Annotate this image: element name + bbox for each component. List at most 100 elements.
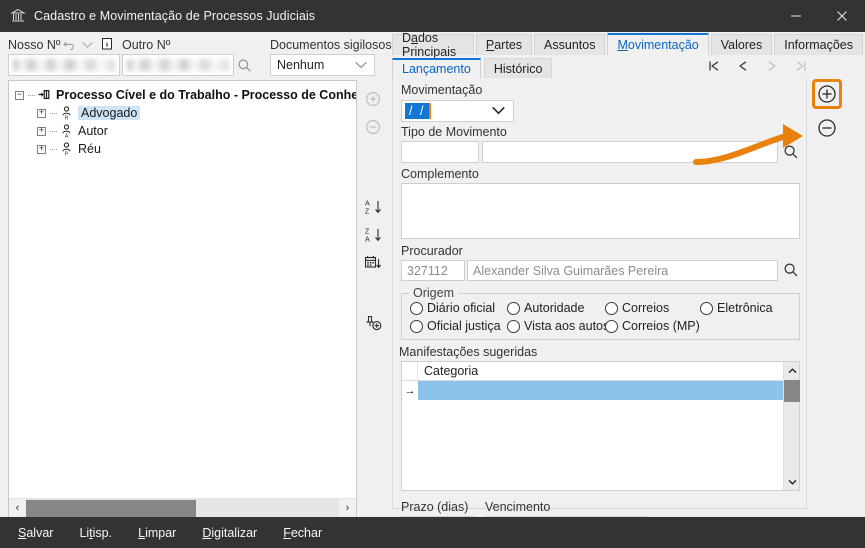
procurador-name-input[interactable]: Alexander Silva Guimarães Pereira [467,260,778,281]
limpar-button[interactable]: Limpar [134,523,180,543]
movimentacao-date-input[interactable]: / / [401,100,514,122]
tab-valores[interactable]: Valores [710,34,773,55]
scroll-right-arrow[interactable]: › [339,499,356,518]
radio-diario-oficial[interactable]: Diário oficial [410,301,495,315]
tree-expander[interactable]: + [37,144,46,154]
radio-circle-icon [507,301,520,315]
radio-vista-aos-autos[interactable]: Vista aos autos [507,319,609,333]
tree-horizontal-scrollbar[interactable]: ‹ › [9,498,356,518]
tree-node-processo[interactable]: − Processo Cível e do Trabalho - Process… [9,86,356,104]
origem-legend: Origem [409,286,458,300]
subtab-label: Lançamento [402,62,471,76]
info-icon[interactable] [99,36,115,52]
scroll-left-arrow[interactable]: ‹ [9,499,26,518]
person-p-icon: P [60,142,73,158]
radio-circle-icon [605,319,618,333]
litisp-button[interactable]: Litisp. [75,523,116,543]
subtab-historico[interactable]: Histórico [483,58,553,78]
court-building-icon [10,8,26,24]
tab-movimentacao[interactable]: Movimentação [607,33,709,55]
litisp-button-label: Litisp. [79,525,113,540]
fechar-button[interactable]: Fechar [279,523,326,543]
tipo-movimento-code-input[interactable] [401,141,479,163]
tree-toolbar: A Z Z A [358,80,388,518]
table-row[interactable]: → [402,381,783,400]
origem-group: Origem Diário oficial Autoridade Correio… [401,286,800,340]
remove-movement-button[interactable] [814,115,840,141]
pin-plus-icon[interactable] [363,313,383,333]
tree-expander[interactable]: − [15,90,24,100]
nosso-numero-input[interactable] [8,54,120,76]
tree-node-advogado[interactable]: + R Advogado [9,104,356,122]
grid-vertical-scrollbar[interactable] [783,362,800,490]
radio-circle-icon [410,301,423,315]
tree-node-label: Réu [78,142,101,156]
radio-label: Eletrônica [717,301,773,315]
tab-partes[interactable]: Partes [475,34,533,55]
prazo-label: Prazo (dias) [401,500,469,514]
svg-text:A: A [365,236,370,243]
parties-tree[interactable]: − Processo Cível e do Trabalho - Process… [9,81,356,497]
radio-correios[interactable]: Correios [605,301,669,315]
nav-previous-icon[interactable] [735,58,750,73]
nav-last-icon[interactable] [793,58,808,73]
manifestacoes-label: Manifestações sugeridas [399,345,538,359]
tree-expander[interactable]: + [37,108,46,118]
undo-arrow-icon[interactable] [62,37,77,52]
magnifier-icon[interactable] [782,261,800,279]
tipo-movimento-description-input[interactable] [482,141,778,163]
tree-connector [50,148,57,150]
tree-node-autor[interactable]: + A Autor [9,122,356,140]
tipo-movimento-label: Tipo de Movimento [401,125,507,139]
scroll-down-arrow[interactable] [784,473,800,490]
subtab-lancamento[interactable]: Lançamento [392,58,481,78]
tree-expander[interactable]: + [37,126,46,136]
manifestacoes-grid[interactable]: Categoria → [401,361,800,491]
digitalizar-button[interactable]: Digitalizar [198,523,261,543]
client-area: Nosso Nº Outro Nº Documentos sigilosos N… [0,31,865,538]
tab-assuntos[interactable]: Assuntos [534,34,606,55]
tree-node-reu[interactable]: + P Réu [9,140,356,158]
radio-label: Correios [622,301,670,315]
magnifier-icon[interactable] [782,143,800,161]
grid-cell-categoria[interactable] [418,381,783,400]
sort-z-a-icon[interactable]: Z A [363,225,383,245]
window-title: Cadastro e Movimentação de Processos Jud… [34,9,316,23]
documentos-sigilosos-select[interactable]: Nenhum [270,54,375,76]
radio-autoridade[interactable]: Autoridade [507,301,584,315]
scroll-up-arrow[interactable] [784,362,800,379]
scrollbar-thumb[interactable] [26,499,196,517]
chevron-down-icon[interactable] [492,104,505,118]
complemento-textarea[interactable] [401,183,800,239]
parties-tree-panel: − Processo Cível e do Trabalho - Process… [8,80,357,518]
chevron-down-icon[interactable] [80,38,95,52]
tab-dados-principais[interactable]: Dados Principais [392,31,474,59]
add-movement-button[interactable] [812,79,842,109]
tab-label: Dados Principais [402,31,457,59]
outro-numero-value [127,59,229,71]
radio-eletronica[interactable]: Eletrônica [700,301,773,315]
radio-correios-mp[interactable]: Correios (MP) [605,319,700,333]
nav-next-icon[interactable] [764,58,779,73]
nav-first-icon[interactable] [706,58,721,73]
magnifier-icon[interactable] [236,57,253,74]
sort-calendar-icon[interactable] [363,253,383,273]
add-party-button[interactable] [363,89,383,109]
movimentacao-date-value: / / [405,103,432,119]
save-button[interactable]: Salvar [14,523,57,543]
minimize-button[interactable] [773,0,819,32]
sort-a-z-icon[interactable]: A Z [363,197,383,217]
grid-column-categoria[interactable]: Categoria [418,364,478,378]
outro-numero-input[interactable] [122,54,234,76]
procurador-code-input[interactable]: 327112 [401,260,465,281]
tab-informacoes[interactable]: Informações [774,34,863,55]
scrollbar-track[interactable] [26,498,339,518]
subtab-label: Histórico [493,61,543,76]
remove-party-button[interactable] [363,117,383,137]
scrollbar-thumb[interactable] [784,380,800,402]
main-tabs: Dados Principais Partes Assuntos Movimen… [392,31,865,59]
fechar-button-label: Fechar [283,525,323,540]
close-button[interactable] [819,0,865,32]
radio-oficial-justica[interactable]: Oficial justiça [410,319,501,333]
radio-label: Diário oficial [427,301,496,315]
